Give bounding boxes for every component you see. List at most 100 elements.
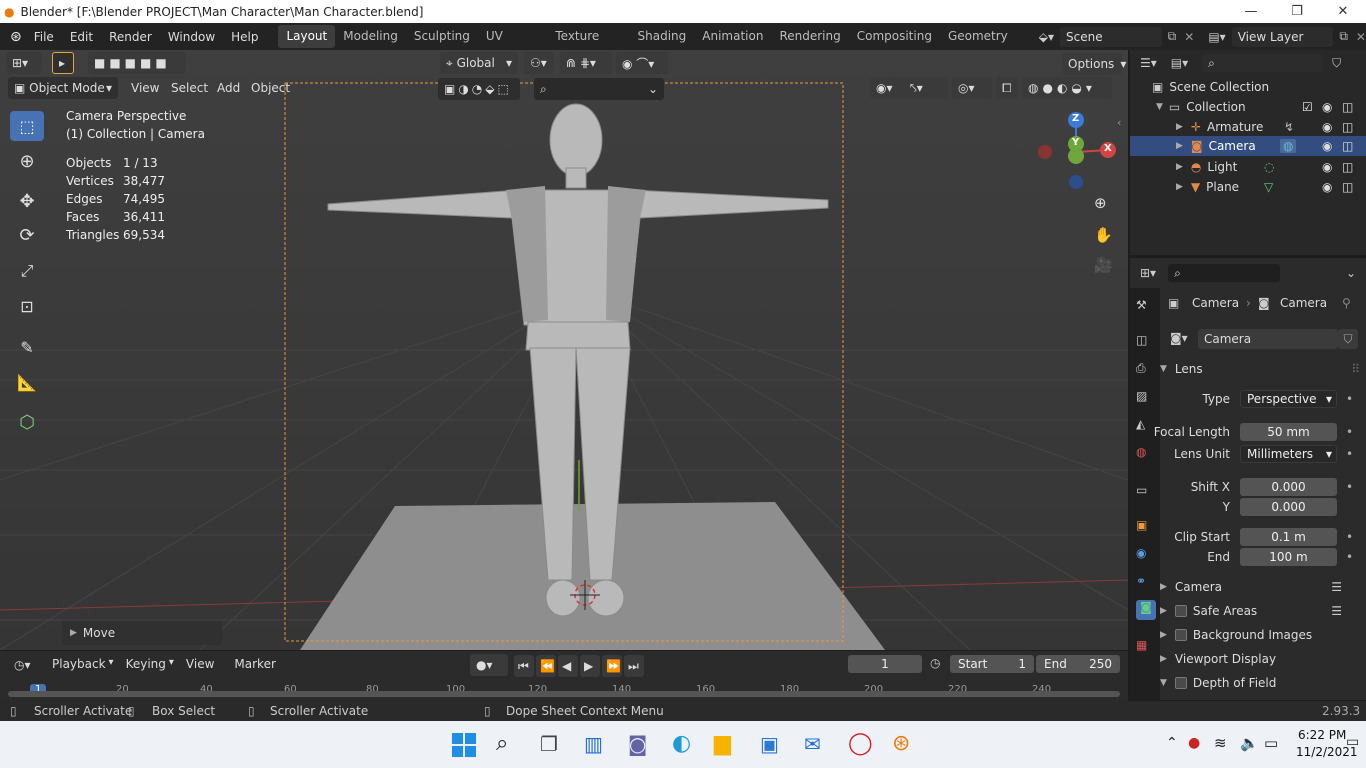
wifi-icon[interactable]: ≋ [1214, 734, 1227, 752]
keyframe-dot-icon[interactable]: • [1346, 550, 1353, 564]
maximize-button[interactable]: ❐ [1274, 0, 1320, 23]
outliner-item-camera[interactable]: ▶ ◙ Camera ◍ ◉ ◫ [1130, 136, 1366, 156]
end-frame-field[interactable]: End 250 [1036, 655, 1120, 673]
tool-tab-icon[interactable]: ⚒ [1136, 298, 1156, 318]
display-mode-icon[interactable]: ▤▾ [1171, 56, 1188, 70]
keyframe-dot-icon[interactable]: • [1346, 480, 1353, 494]
selection-mode-icons[interactable]: ■■■■■ [88, 52, 186, 74]
zoom-icon[interactable]: ⊕ [1094, 194, 1116, 216]
widgets-icon[interactable]: ▥ [584, 732, 603, 756]
options-dropdown[interactable]: Options ▾ [1062, 53, 1126, 75]
annotate-tool-icon[interactable]: ✎ [10, 332, 44, 362]
visibility-eye-icon[interactable]: ◉ [1322, 120, 1332, 134]
pan-hand-icon[interactable]: ✋ [1094, 226, 1116, 248]
outliner-item-armature[interactable]: ▶ ✛ Armature ↯ ◉ ◫ [1130, 117, 1366, 137]
render-camera-icon[interactable]: ◫ [1342, 160, 1353, 174]
transform-tool-icon[interactable]: ⊡ [10, 291, 44, 321]
menu-edit[interactable]: Edit [62, 30, 101, 44]
snapping-icon[interactable]: ⋒ ⋕▾ [560, 52, 612, 74]
exclude-checkbox-icon[interactable]: ☑ [1302, 100, 1313, 114]
keyframe-dot-icon[interactable]: • [1346, 530, 1353, 544]
menu-render[interactable]: Render [101, 30, 160, 44]
gizmo-filter-icons[interactable]: ▣◑◔⬙⬚ [438, 78, 520, 100]
clip-end-field[interactable]: 100 m [1240, 548, 1337, 566]
cursor-tool-icon[interactable]: ⊕ [10, 146, 44, 176]
xray-icon[interactable]: ⧠ [996, 77, 1018, 99]
lens-section-header[interactable]: ▼ Lens ⠿ [1160, 358, 1360, 380]
pin-icon[interactable]: ⚲ [1342, 296, 1351, 310]
add-cube-tool-icon[interactable]: ⬡ [10, 407, 44, 437]
viewport-display-section-header[interactable]: ▶ Viewport Display [1160, 648, 1360, 670]
render-camera-icon[interactable]: ◫ [1342, 180, 1353, 194]
navigation-gizmo[interactable]: Z X Y [1030, 112, 1120, 192]
render-tab-icon[interactable]: ◫ [1136, 333, 1156, 353]
camera-datablock-field[interactable]: Camera [1198, 329, 1338, 349]
minimize-button[interactable]: — [1228, 0, 1274, 23]
preview-range-icon[interactable]: ◷ [930, 656, 940, 670]
transform-orientation-dropdown[interactable]: ⌖ Global ▾ [440, 52, 518, 74]
remove-view-layer-icon[interactable]: ✕ [1356, 30, 1366, 44]
shading-mode-icons[interactable]: ◍●◐◒▾ [1022, 77, 1112, 99]
move-tool-icon[interactable]: ✥ [10, 186, 44, 216]
rotate-tool-icon[interactable]: ⟳ [10, 220, 44, 250]
tab-sculpting[interactable]: Sculpting [406, 25, 478, 48]
background-images-checkbox[interactable] [1174, 629, 1187, 641]
viewport-menu-select[interactable]: Select [171, 81, 208, 95]
viewport-search-field[interactable]: ⌕ ⌄ [534, 78, 664, 100]
editor-type-button[interactable]: ⊞▾ [6, 52, 42, 74]
expand-arrow-icon[interactable]: ▶ [1176, 141, 1183, 151]
outliner-collection[interactable]: ▼ ▭ Collection ☑ ◉ ◫ [1130, 97, 1366, 117]
mail-icon[interactable]: ✉ [804, 732, 821, 756]
auto-keying-icon[interactable]: ●▾ [470, 654, 508, 676]
tab-uv-editing[interactable]: UV Editing [478, 25, 547, 66]
filter-icon[interactable]: ⛉ [1332, 56, 1341, 71]
last-operator-panel[interactable]: ▶ Move [62, 621, 222, 645]
render-camera-icon[interactable]: ◫ [1342, 120, 1353, 134]
viewport-menu-object[interactable]: Object [251, 81, 290, 95]
keyframe-dot-icon[interactable]: • [1346, 425, 1353, 439]
current-frame-field[interactable]: 1 [848, 655, 922, 673]
timeline-menu-view[interactable]: View [186, 657, 214, 671]
outliner-scene-collection[interactable]: ▣ Scene Collection [1130, 77, 1366, 97]
expand-arrow-icon[interactable]: ▶ [1176, 162, 1183, 172]
tab-shading[interactable]: Shading [630, 25, 695, 48]
3d-viewport[interactable]: ⊞▾ ▸ ■■■■■ ⌖ Global ▾ ⚇▾ ⋒ ⋕▾ ◉ ⌒▾ Option… [0, 50, 1128, 650]
visibility-eye-icon[interactable]: ◉ [1322, 100, 1332, 114]
tab-geometry-nodes[interactable]: Geometry Nod [940, 25, 1031, 66]
drag-handle-icon[interactable]: ⠿ [1351, 362, 1360, 376]
visibility-eye-icon[interactable]: ◉ [1322, 139, 1332, 153]
camera-section-header[interactable]: ▶ Camera ☰ [1160, 576, 1360, 598]
close-window-button[interactable]: ✕ [1320, 0, 1366, 23]
safe-areas-section-header[interactable]: ▶ Safe Areas ☰ [1160, 600, 1360, 622]
view-layer-tab-icon[interactable]: ▨ [1136, 389, 1156, 409]
object-mode-dropdown[interactable]: ▣ Object Mode ▾ [8, 77, 118, 99]
shift-x-field[interactable]: 0.000 [1240, 478, 1337, 496]
teams-chat-icon[interactable]: ◙ [628, 732, 647, 756]
show-hidden-icons-icon[interactable]: ⌃ [1166, 735, 1178, 751]
volume-icon[interactable]: 🔈 [1240, 734, 1259, 752]
viewport-menu-view[interactable]: View [131, 81, 159, 95]
jump-end-icon[interactable]: ⏭ [624, 655, 644, 677]
opera-icon[interactable]: ◯ [848, 731, 873, 756]
jump-start-icon[interactable]: ⏮ [514, 655, 534, 677]
tab-compositing[interactable]: Compositing [849, 25, 940, 48]
fake-user-shield-icon[interactable]: ⛉ [1338, 329, 1358, 349]
scale-tool-icon[interactable]: ⤢ [10, 256, 44, 286]
view-layer-field[interactable]: View Layer [1231, 26, 1334, 47]
expand-arrow-icon[interactable]: ▶ [1176, 122, 1183, 132]
gizmo-toggle-icon[interactable]: ⤣▾ [904, 77, 948, 99]
scene-field[interactable]: Scene [1060, 26, 1162, 47]
outliner-editor-icon[interactable]: ☰▾ [1140, 56, 1157, 70]
next-keyframe-icon[interactable]: ⏩ [602, 655, 622, 677]
blender-taskbar-icon[interactable]: ⊛ [892, 731, 910, 756]
tab-layout[interactable]: Layout [278, 25, 336, 48]
presets-list-icon[interactable]: ☰ [1331, 604, 1342, 618]
sidebar-toggle-icon[interactable]: ‹ [1117, 116, 1121, 129]
timeline[interactable]: ◷▾ Playback ▾ Keying ▾ View Marker ●▾ ⏮ ⏪ … [0, 651, 1128, 701]
remove-scene-icon[interactable]: ✕ [1184, 30, 1194, 44]
texture-tab-icon[interactable]: ▦ [1136, 638, 1156, 658]
type-dropdown[interactable]: Perspective ▾ [1240, 390, 1337, 408]
outliner[interactable]: ☰▾ ▤▾ ⌕ ⛉ ▣ Scene Collection ▼ ▭ Collect… [1130, 50, 1366, 255]
viewport-menu-add[interactable]: Add [217, 81, 240, 95]
camera-datablock-icon[interactable]: ◙▾ [1170, 331, 1188, 345]
